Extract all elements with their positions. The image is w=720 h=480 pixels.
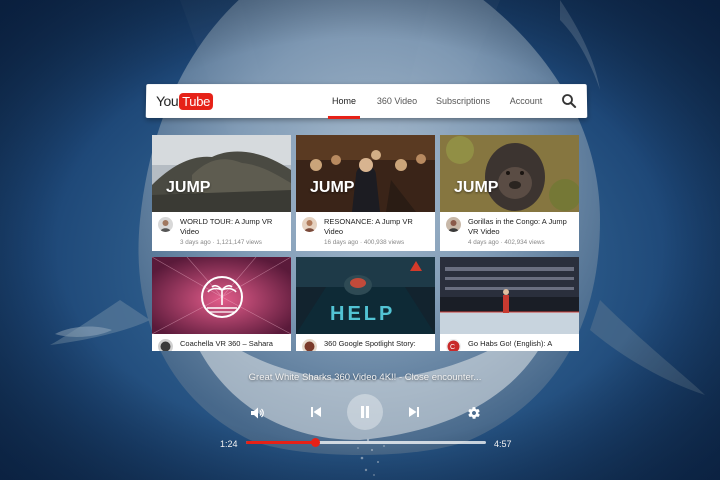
youtube-logo[interactable]: You Tube [155, 92, 214, 110]
tab-home[interactable]: Home [328, 84, 360, 118]
video-card[interactable]: HELP 360 Google Spotlight Story: [296, 257, 435, 351]
next-icon[interactable] [408, 406, 420, 418]
gorilla-thumbnail-image [440, 135, 579, 212]
video-title[interactable]: WORLD TOUR: A Jump VR Video [180, 217, 288, 236]
settings-icon[interactable] [467, 406, 481, 420]
svg-text:HELP: HELP [330, 303, 395, 325]
logo-tube-text: Tube [179, 92, 214, 110]
video-card[interactable]: C Go Habs Go! (English): A [440, 257, 579, 351]
channel-avatar[interactable] [302, 339, 317, 351]
video-title[interactable]: Coachella VR 360 – Sahara [180, 339, 288, 349]
pause-button[interactable] [347, 394, 383, 430]
channel-avatar[interactable] [446, 217, 461, 232]
video-title[interactable]: Gorillas in the Congo: A Jump VR Video [468, 217, 576, 236]
channel-avatar[interactable] [302, 217, 317, 232]
video-thumbnail[interactable]: JUMP [440, 135, 579, 212]
orchestra-thumbnail-image [296, 135, 435, 212]
youtube-header-bar: You Tube Home 360 Video Subscriptions Ac… [145, 84, 588, 118]
video-thumbnail[interactable] [152, 257, 291, 334]
jump-overlay-text: JUMP [310, 179, 355, 196]
video-meta: 3 days ago · 1,121,147 views [180, 239, 262, 246]
total-time: 4:57 [494, 439, 512, 449]
pause-icon [361, 406, 369, 418]
channel-avatar[interactable] [158, 339, 173, 351]
volume-icon[interactable] [250, 406, 264, 420]
progress-bar[interactable] [246, 438, 486, 447]
video-thumbnail[interactable] [440, 257, 579, 334]
coachella-thumbnail-image [152, 257, 291, 334]
tab-account[interactable]: Account [506, 84, 546, 118]
logo-you-text: You [155, 93, 179, 109]
progress-fill [246, 441, 316, 444]
video-grid: JUMP WORLD TOUR: A Jump VR Video 3 days … [152, 135, 579, 351]
search-icon[interactable] [560, 92, 578, 110]
channel-avatar[interactable]: C [446, 339, 461, 351]
video-title[interactable]: 360 Google Spotlight Story: [324, 339, 432, 349]
current-time: 1:24 [220, 439, 238, 449]
video-card[interactable]: JUMP WORLD TOUR: A Jump VR Video 3 days … [152, 135, 291, 251]
channel-avatar[interactable] [158, 217, 173, 232]
tab-360-video[interactable]: 360 Video [372, 84, 422, 118]
video-title[interactable]: Go Habs Go! (English): A [468, 339, 576, 349]
video-meta: 16 days ago · 400,938 views [324, 239, 405, 246]
jump-overlay-text: JUMP [454, 179, 499, 196]
rocky-landscape-thumbnail-image [152, 135, 291, 212]
video-card[interactable]: JUMP RESONANCE: A Jump VR Video 16 days … [296, 135, 435, 251]
video-card[interactable]: JUMP Gorillas in the Congo: A Jump VR Vi… [440, 135, 579, 251]
jump-overlay-text: JUMP [166, 179, 211, 196]
video-meta: 4 days ago · 402,934 views [468, 239, 545, 246]
video-thumbnail[interactable]: JUMP [296, 135, 435, 212]
now-playing-title: Great White Sharks 360 Video 4K!! - Clos… [248, 372, 482, 383]
video-thumbnail[interactable]: JUMP [152, 135, 291, 212]
help-spotlight-thumbnail-image: HELP [296, 257, 435, 334]
svg-text:C: C [450, 344, 455, 351]
video-thumbnail[interactable]: HELP [296, 257, 435, 334]
tab-subscriptions[interactable]: Subscriptions [432, 84, 494, 118]
video-card[interactable]: Coachella VR 360 – Sahara [152, 257, 291, 351]
hockey-arena-thumbnail-image [440, 257, 579, 334]
video-title[interactable]: RESONANCE: A Jump VR Video [324, 217, 432, 236]
previous-icon[interactable] [310, 406, 322, 418]
